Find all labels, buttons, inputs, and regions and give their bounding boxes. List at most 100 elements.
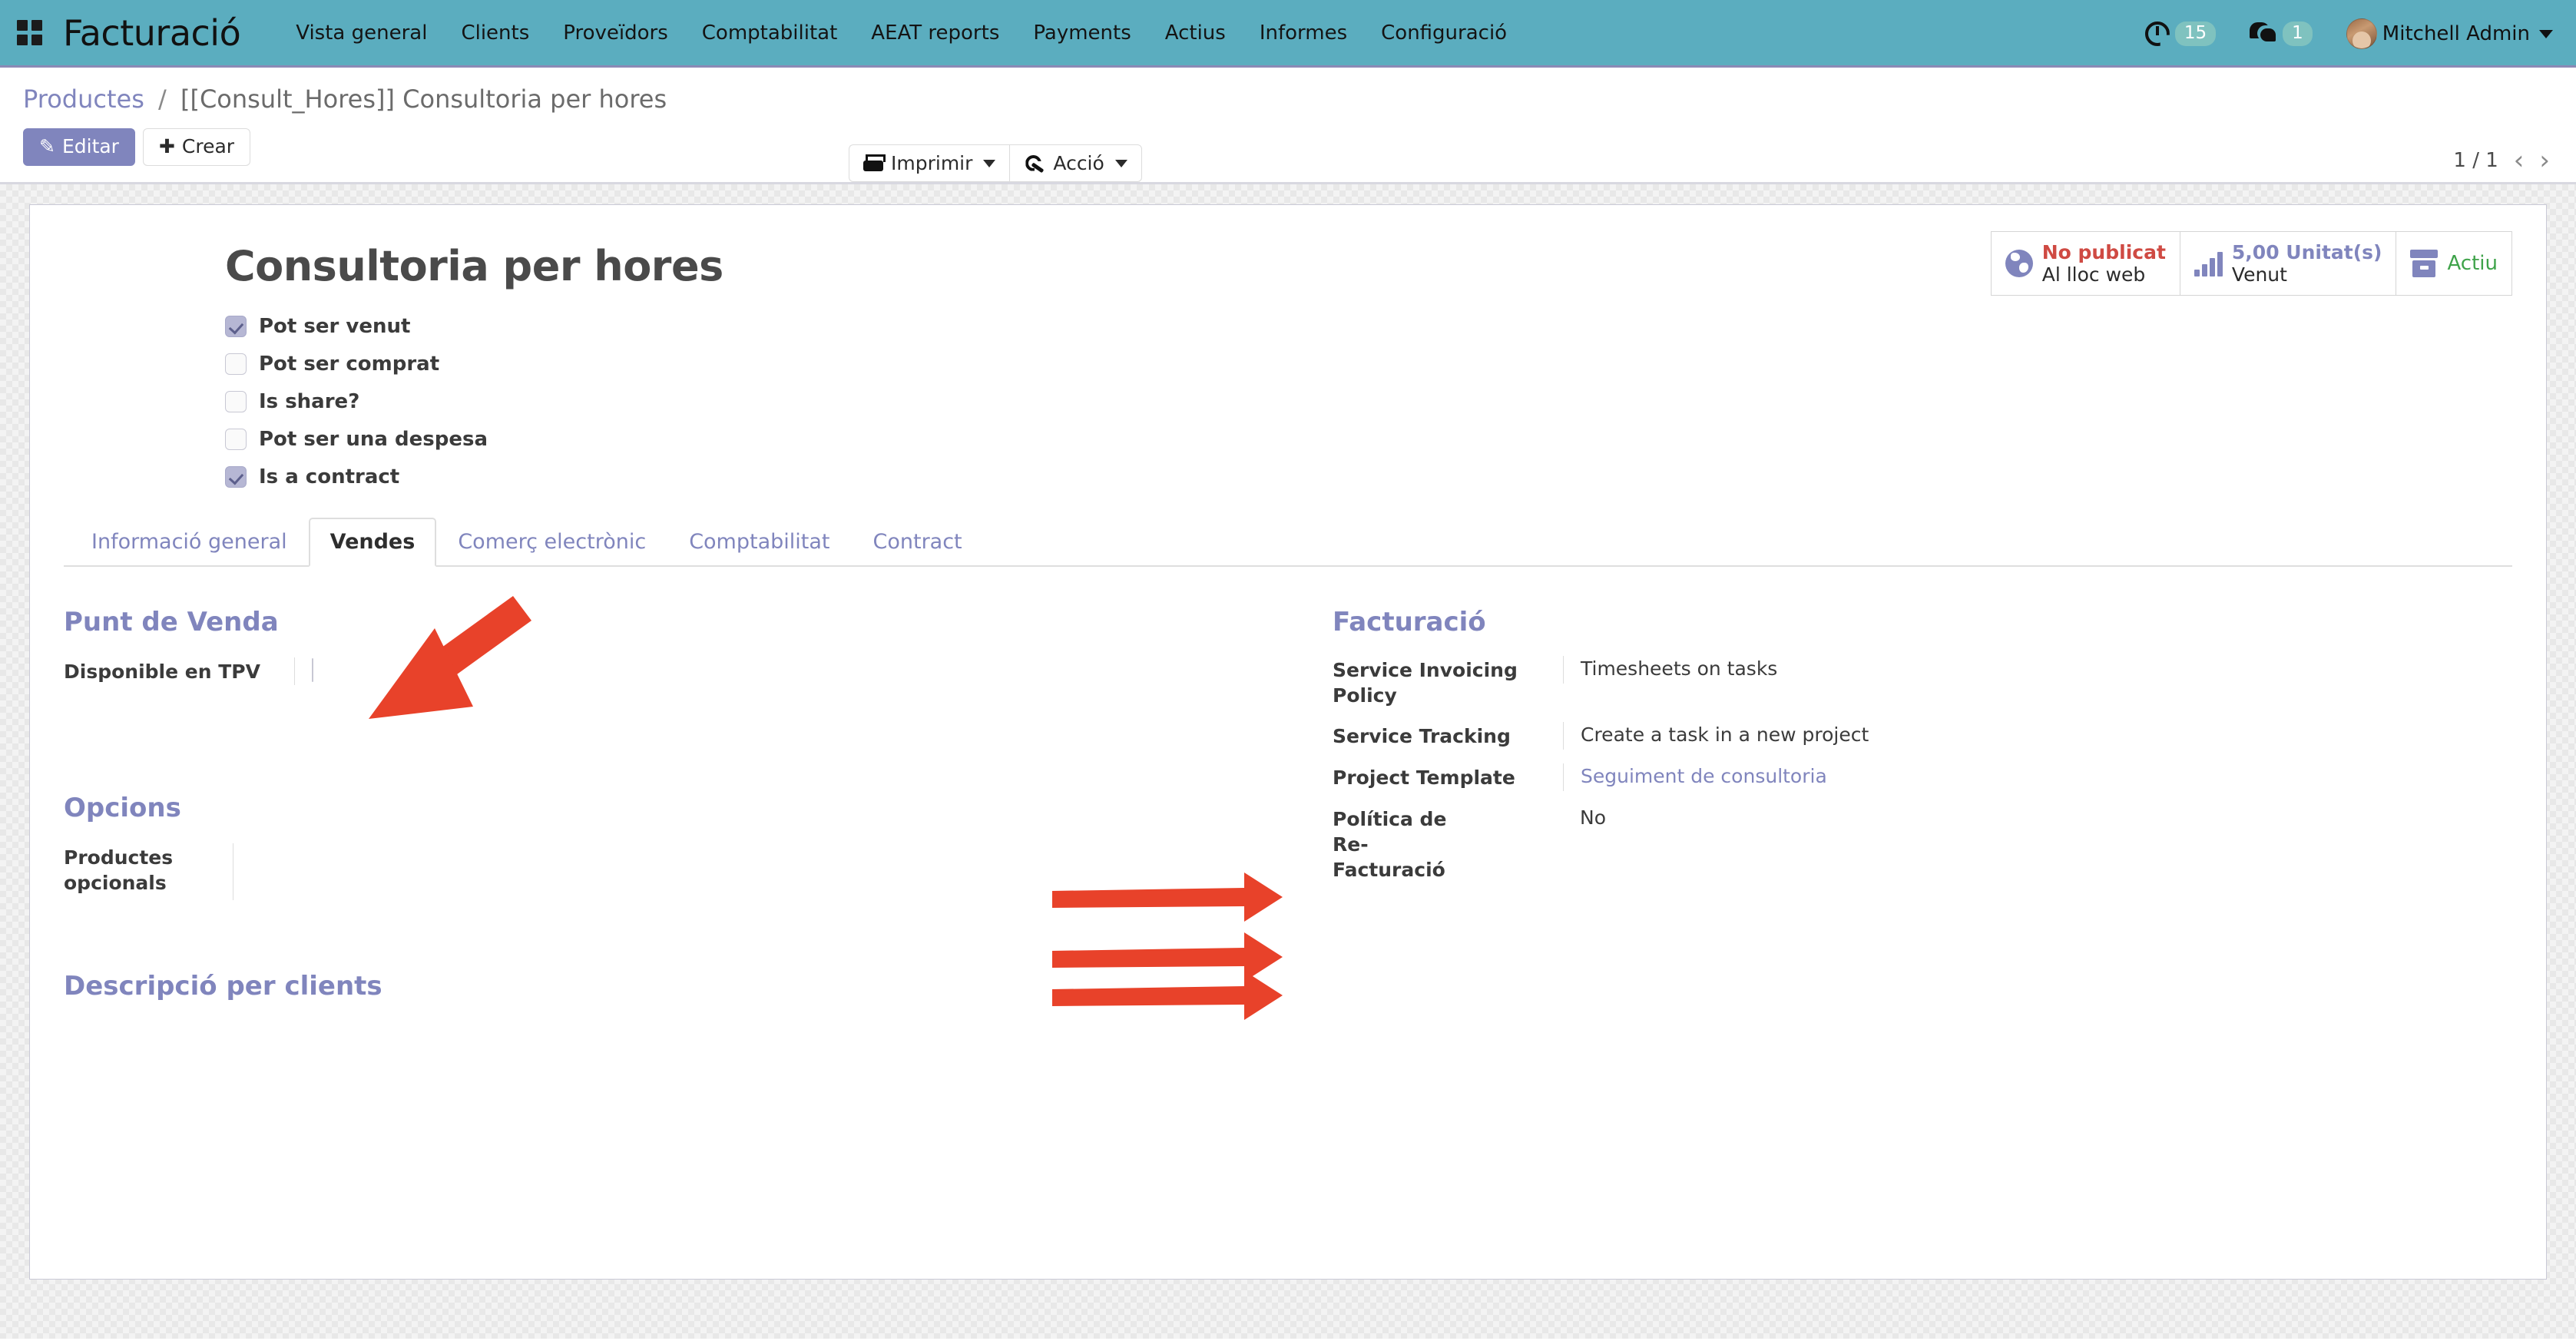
breadcrumb-item-productes[interactable]: Productes bbox=[23, 84, 144, 114]
print-button[interactable]: Imprimir bbox=[849, 144, 1010, 182]
tab-informacio-general[interactable]: Informació general bbox=[70, 518, 309, 567]
printer-icon bbox=[863, 154, 886, 173]
tab-vendes[interactable]: Vendes bbox=[308, 518, 437, 568]
main-menu: Vista general Clients Proveïdors Comptab… bbox=[294, 17, 1508, 49]
record-pager: 1 / 1 ‹ › bbox=[2453, 147, 2550, 174]
stat-active-label: Actiu bbox=[2447, 252, 2498, 275]
archive-box-icon bbox=[2410, 250, 2439, 277]
navbar-systray: 15 1 Mitchell Admin bbox=[2145, 0, 2553, 68]
chevron-down-icon bbox=[983, 159, 996, 167]
field-row-service-invoicing-policy: Service Invoicing Policy Timesheets on t… bbox=[1333, 656, 2512, 708]
checkbox-pot-ser-comprat[interactable] bbox=[225, 353, 247, 375]
stat-website-label: Al lloc web bbox=[2041, 263, 2146, 286]
product-flags-list: Pot ser venut Pot ser comprat Is share? … bbox=[225, 313, 2512, 490]
arrow-to-vendes-tab bbox=[369, 596, 531, 719]
breadcrumb-separator: / bbox=[158, 84, 167, 114]
tab-contract[interactable]: Contract bbox=[852, 518, 984, 567]
stat-button-website-published[interactable]: No publicat Al lloc web bbox=[1992, 232, 2180, 295]
chevron-down-icon bbox=[2539, 29, 2553, 38]
checkbox-is-a-contract[interactable] bbox=[225, 466, 247, 488]
create-button[interactable]: ✚ Crear bbox=[142, 128, 251, 166]
print-action-button-group: Imprimir Acció bbox=[849, 144, 1142, 182]
pager-value: 1 / 1 bbox=[2453, 149, 2498, 172]
field-value-service-invoicing-policy[interactable]: Timesheets on tasks bbox=[1563, 656, 2512, 684]
stat-button-units-sold[interactable]: 5,00 Unitat(s) Venut bbox=[2180, 232, 2397, 295]
edit-button-label: Editar bbox=[61, 135, 119, 157]
checkbox-row-is-share: Is share? bbox=[225, 389, 2512, 415]
field-row-project-template: Project Template Seguiment de consultori… bbox=[1333, 763, 2512, 792]
menu-item-informes[interactable]: Informes bbox=[1258, 17, 1349, 49]
checkbox-row-pot-ser-una-despesa: Pot ser una despesa bbox=[225, 426, 2512, 452]
checkbox-label-is-a-contract: Is a contract bbox=[259, 465, 400, 488]
checkbox-pot-ser-una-despesa[interactable] bbox=[225, 429, 247, 450]
group-title-punt-de-venda: Punt de Venda bbox=[64, 607, 279, 638]
field-row-politica-de-re-facturacio: Política de Re-Facturació No bbox=[1333, 805, 2512, 882]
bar-chart-icon bbox=[2194, 250, 2223, 276]
field-label-service-tracking: Service Tracking bbox=[1333, 725, 1511, 748]
checkbox-label-pot-ser-venut: Pot ser venut bbox=[259, 315, 411, 338]
arrow-to-project-template bbox=[1052, 971, 1283, 1020]
action-button[interactable]: Acció bbox=[1009, 144, 1142, 182]
edit-button[interactable]: ✎ Editar bbox=[23, 128, 135, 166]
chevron-down-icon bbox=[1114, 159, 1127, 167]
checkbox-label-pot-ser-una-despesa: Pot ser una despesa bbox=[259, 428, 488, 451]
app-brand-title[interactable]: Facturació bbox=[63, 12, 241, 54]
tab-comerc-electronic[interactable]: Comerç electrònic bbox=[436, 518, 667, 567]
field-value-politica-de-re-facturacio[interactable]: No bbox=[1463, 805, 2512, 833]
checkbox-pot-ser-venut[interactable] bbox=[225, 316, 247, 337]
field-label-productes-opcionals: Productes opcionals bbox=[64, 846, 174, 895]
page-body: No publicat Al lloc web 5,00 Unitat(s) V… bbox=[0, 184, 2576, 1339]
plus-icon: ✚ bbox=[158, 135, 175, 157]
control-panel-buttons: ✎ Editar ✚ Crear bbox=[23, 128, 2553, 166]
checkbox-label-pot-ser-comprat: Pot ser comprat bbox=[259, 353, 440, 376]
control-panel: Productes / [[Consult_Hores]] Consultori… bbox=[0, 68, 2576, 184]
field-row-service-tracking: Service Tracking Create a task in a new … bbox=[1333, 722, 2512, 750]
chevron-right-icon[interactable]: › bbox=[2539, 147, 2550, 174]
checkbox-label-is-share: Is share? bbox=[259, 390, 360, 413]
top-navbar: Facturació Vista general Clients Proveïd… bbox=[0, 0, 2576, 68]
stat-units-value: 5,00 Unitat(s) bbox=[2231, 241, 2382, 263]
notebook-tabs: Informació general Vendes Comerç electrò… bbox=[64, 518, 2512, 568]
chevron-left-icon[interactable]: ‹ bbox=[2514, 147, 2525, 174]
checkbox-row-is-a-contract: Is a contract bbox=[225, 464, 2512, 490]
action-button-label: Acció bbox=[1053, 152, 1104, 174]
field-label-politica-de-re-facturacio: Política de Re-Facturació bbox=[1333, 808, 1447, 882]
grid-apps-icon[interactable] bbox=[17, 19, 43, 46]
checkbox-row-pot-ser-comprat: Pot ser comprat bbox=[225, 351, 2512, 377]
stat-button-bar: No publicat Al lloc web 5,00 Unitat(s) V… bbox=[1990, 231, 2512, 296]
avatar bbox=[2346, 18, 2377, 49]
group-title-opcions: Opcions bbox=[64, 793, 181, 824]
checkbox-row-pot-ser-venut: Pot ser venut bbox=[225, 313, 2512, 339]
field-value-project-template[interactable]: Seguiment de consultoria bbox=[1563, 763, 2512, 792]
stat-button-active[interactable]: Actiu bbox=[2396, 232, 2511, 295]
menu-item-payments[interactable]: Payments bbox=[1031, 17, 1132, 49]
field-row-disponible-en-tpv: Disponible en TPV bbox=[64, 657, 1227, 686]
messages-menu[interactable]: 1 bbox=[2250, 21, 2313, 47]
menu-item-actius[interactable]: Actius bbox=[1164, 17, 1227, 49]
menu-item-clients[interactable]: Clients bbox=[459, 17, 531, 49]
field-value-service-tracking[interactable]: Create a task in a new project bbox=[1563, 722, 2512, 750]
menu-item-configuracio[interactable]: Configuració bbox=[1379, 17, 1508, 49]
print-button-label: Imprimir bbox=[891, 152, 973, 174]
activities-count-badge: 15 bbox=[2174, 21, 2217, 47]
tab-comptabilitat[interactable]: Comptabilitat bbox=[667, 518, 851, 567]
user-menu[interactable]: Mitchell Admin bbox=[2346, 18, 2553, 49]
field-label-service-invoicing-policy: Service Invoicing Policy bbox=[1333, 659, 1518, 707]
stat-website-status: No publicat bbox=[2041, 241, 2166, 263]
field-label-project-template: Project Template bbox=[1333, 767, 1515, 790]
menu-item-aeat-reports[interactable]: AEAT reports bbox=[869, 17, 1001, 49]
menu-item-comptabilitat[interactable]: Comptabilitat bbox=[700, 17, 839, 49]
menu-item-vista-general[interactable]: Vista general bbox=[294, 17, 429, 49]
breadcrumb: Productes / [[Consult_Hores]] Consultori… bbox=[23, 84, 2553, 114]
checkbox-is-share[interactable] bbox=[225, 391, 247, 412]
create-button-label: Crear bbox=[181, 135, 235, 157]
activities-menu[interactable]: 15 bbox=[2145, 21, 2217, 47]
group-title-facturacio: Facturació bbox=[1333, 607, 1486, 638]
arrow-to-service-invoicing-policy bbox=[1052, 872, 1283, 922]
pencil-icon: ✎ bbox=[39, 135, 55, 157]
menu-item-proveidors[interactable]: Proveïdors bbox=[561, 17, 670, 49]
clock-icon bbox=[2145, 22, 2170, 46]
user-name: Mitchell Admin bbox=[2382, 22, 2530, 45]
messages-count-badge: 1 bbox=[2283, 21, 2313, 47]
wrench-icon bbox=[1024, 154, 1045, 174]
